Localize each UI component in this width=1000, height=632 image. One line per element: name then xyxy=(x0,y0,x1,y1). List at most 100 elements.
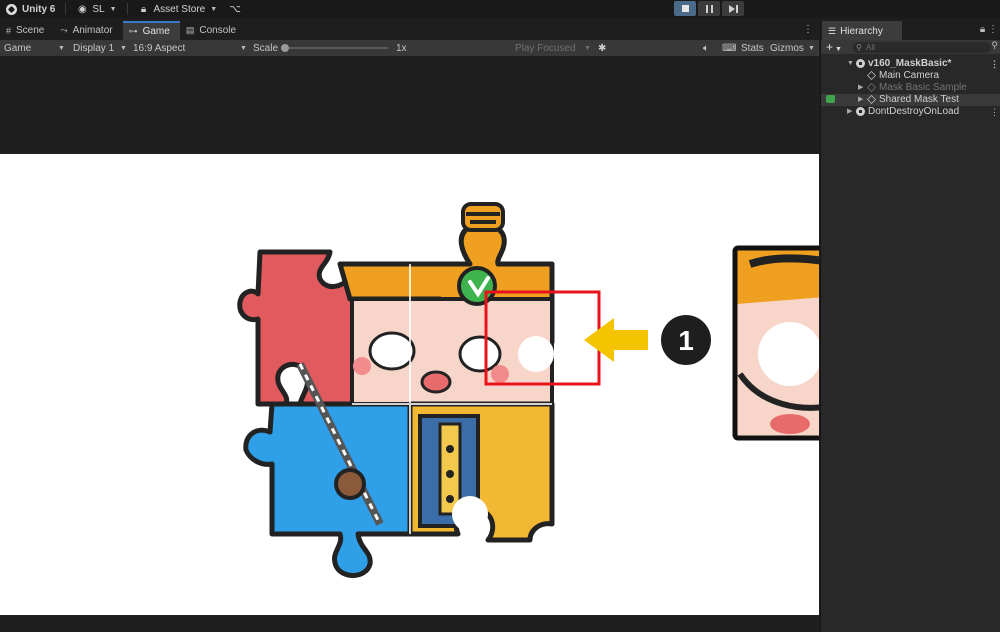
chevron-down-icon: ▼ xyxy=(835,46,842,53)
game-canvas: 1 xyxy=(0,154,925,615)
scale-slider-handle[interactable] xyxy=(281,44,289,52)
keyboard-icon[interactable]: ⌨ xyxy=(722,40,736,56)
tab-label: Console xyxy=(199,25,237,36)
chevron-down-icon: ▼ xyxy=(210,5,218,13)
branch-icon: ⌥ xyxy=(229,3,241,15)
playmode-controls xyxy=(674,1,744,16)
panel-tabs: # Scene ⤳ Animator ⊶ Game ▤ Console ⋮ xyxy=(0,21,819,40)
tab-scene[interactable]: # Scene xyxy=(0,21,54,40)
puzzle-piece-blue xyxy=(243,401,413,578)
bug-icon[interactable]: ✱ xyxy=(598,40,606,56)
stop-icon xyxy=(681,5,689,12)
tab-console[interactable]: ▤ Console xyxy=(180,21,246,40)
panel-menu-icon[interactable]: ⋮ xyxy=(803,24,813,35)
aspect-label: 16:9 Aspect xyxy=(133,42,186,54)
list-icon: ☰ xyxy=(828,26,837,36)
tab-label: Scene xyxy=(16,25,45,36)
hierarchy-item-label: Shared Mask Test xyxy=(879,94,959,105)
chevron-down-icon: ▼ xyxy=(58,44,65,52)
tab-label: Game xyxy=(142,26,170,37)
divider xyxy=(126,3,128,15)
search-options-icon[interactable]: ⚲ xyxy=(991,40,998,51)
hierarchy-item-scene[interactable]: ▼ v160_MaskBasic* ⋮ xyxy=(821,58,1000,70)
hierarchy-toolbar: +▼ All ⚲ xyxy=(821,40,1000,54)
expand-arrow-icon[interactable]: ▶ xyxy=(858,82,863,94)
display-dropdown[interactable]: Display 1 xyxy=(73,40,114,56)
step-button[interactable] xyxy=(722,1,744,16)
stop-button[interactable] xyxy=(674,1,696,16)
animator-icon: ⤳ xyxy=(60,25,68,35)
gameobject-cube-icon xyxy=(867,71,876,80)
aspect-dropdown[interactable]: 16:9 Aspect xyxy=(133,40,185,56)
kebab-menu-icon[interactable]: ⋮ xyxy=(990,106,999,118)
hierarchy-search-input[interactable]: All xyxy=(853,42,991,53)
unity-menu[interactable]: Unity 6 xyxy=(0,0,61,18)
kebab-menu-icon[interactable]: ⋮ xyxy=(990,58,999,70)
game-toolbar: Game ▼ Display 1 ▼ 16:9 Aspect ▼ Scale 1… xyxy=(0,40,819,56)
expand-arrow-icon[interactable]: ▶ xyxy=(858,94,863,106)
hierarchy-item-label: DontDestroyOnLoad xyxy=(868,106,960,117)
chevron-down-icon: ▼ xyxy=(109,5,117,13)
version-control-button[interactable]: ⌥ xyxy=(223,0,251,18)
hierarchy-tools: 🔒︎ ⋮ xyxy=(980,24,998,35)
tab-game[interactable]: ⊶ Game xyxy=(122,21,180,40)
chevron-down-icon: ▼ xyxy=(120,44,127,52)
play-focus-dropdown[interactable]: Play Focused xyxy=(515,40,576,56)
panel-menu-icon[interactable]: ⋮ xyxy=(988,24,998,35)
puzzle-illustration: 1 xyxy=(237,202,925,578)
add-button[interactable]: + ▼ xyxy=(826,40,842,57)
account-dropdown[interactable]: ◉ SL ▼ xyxy=(70,0,122,18)
top-bar: Unity 6 ◉ SL ▼ 🔒︎ Asset Store ▼ ⌥ xyxy=(0,0,1000,18)
game-view[interactable]: 1 xyxy=(0,56,925,632)
lock-icon[interactable]: 🔒︎ xyxy=(980,24,985,35)
scale-value: 1x xyxy=(396,42,407,54)
hat-gem xyxy=(457,266,497,306)
pause-icon xyxy=(705,4,713,13)
chevron-down-icon: ▼ xyxy=(808,44,815,52)
zoom-inset xyxy=(737,250,920,436)
pause-button[interactable] xyxy=(698,1,720,16)
game-panel: # Scene ⤳ Animator ⊶ Game ▤ Console ⋮ Game ▼… xyxy=(0,21,925,632)
visibility-toggle-icon[interactable] xyxy=(826,95,835,103)
console-icon: ▤ xyxy=(185,25,195,35)
gizmos-button[interactable]: Gizmos xyxy=(770,40,804,56)
unity-logo-icon xyxy=(6,3,17,15)
step-marker: 1 xyxy=(661,315,711,365)
hierarchy-item-label: Mask Basic Sample xyxy=(879,82,967,93)
grid-icon: # xyxy=(6,25,12,36)
tab-animator[interactable]: ⤳ Animator xyxy=(54,21,122,40)
hierarchy-item-mask-basic-sample[interactable]: ▶ Mask Basic Sample xyxy=(821,82,1000,94)
hierarchy-item-shared-mask-test[interactable]: ▶ Shared Mask Test xyxy=(821,94,1000,106)
divider xyxy=(65,3,67,15)
gameobject-cube-icon xyxy=(867,95,876,104)
scale-label: Scale xyxy=(253,42,279,54)
expand-arrow-icon[interactable]: ▼ xyxy=(847,58,854,70)
hierarchy-tabs: ☰ Hierarchy 🔒︎ ⋮ xyxy=(821,21,1000,40)
account-label: SL xyxy=(92,3,105,15)
asset-store-label: Asset Store xyxy=(153,3,206,15)
view-mode-dropdown[interactable]: Game xyxy=(4,40,31,56)
hierarchy-item-main-camera[interactable]: Main Camera xyxy=(821,70,1000,82)
hierarchy-panel: ☰ Hierarchy 🔒︎ ⋮ +▼ All ⚲ ▼ v160_MaskBas… xyxy=(820,21,1000,632)
pointer-arrow xyxy=(584,318,648,362)
step-icon xyxy=(728,4,738,13)
unity-scene-icon xyxy=(856,59,865,68)
gameobject-cube-icon xyxy=(867,83,876,92)
view-mode-label: Game xyxy=(4,42,32,54)
scale-slider[interactable] xyxy=(284,47,388,49)
step-marker-number: 1 xyxy=(678,325,694,356)
hierarchy-item-dontdestroyonload[interactable]: ▶ DontDestroyOnLoad ⋮ xyxy=(821,106,1000,118)
gamepad-icon: ⊶ xyxy=(128,26,138,36)
chevron-down-icon: ▼ xyxy=(240,44,247,52)
expand-arrow-icon[interactable]: ▶ xyxy=(847,106,852,118)
speaker-icon[interactable]: 🔈︎ xyxy=(703,40,709,56)
puzzle-piece-red xyxy=(237,249,359,407)
tab-hierarchy[interactable]: ☰ Hierarchy xyxy=(822,21,902,40)
stats-button[interactable]: Stats xyxy=(741,40,764,56)
app-title: Unity 6 xyxy=(22,3,56,15)
hierarchy-item-label: v160_MaskBasic* xyxy=(868,58,952,69)
asset-store-dropdown[interactable]: 🔒︎ Asset Store ▼ xyxy=(132,0,224,18)
chevron-down-icon: ▼ xyxy=(584,44,591,52)
tab-label: Hierarchy xyxy=(840,26,883,37)
display-label: Display 1 xyxy=(73,42,115,54)
